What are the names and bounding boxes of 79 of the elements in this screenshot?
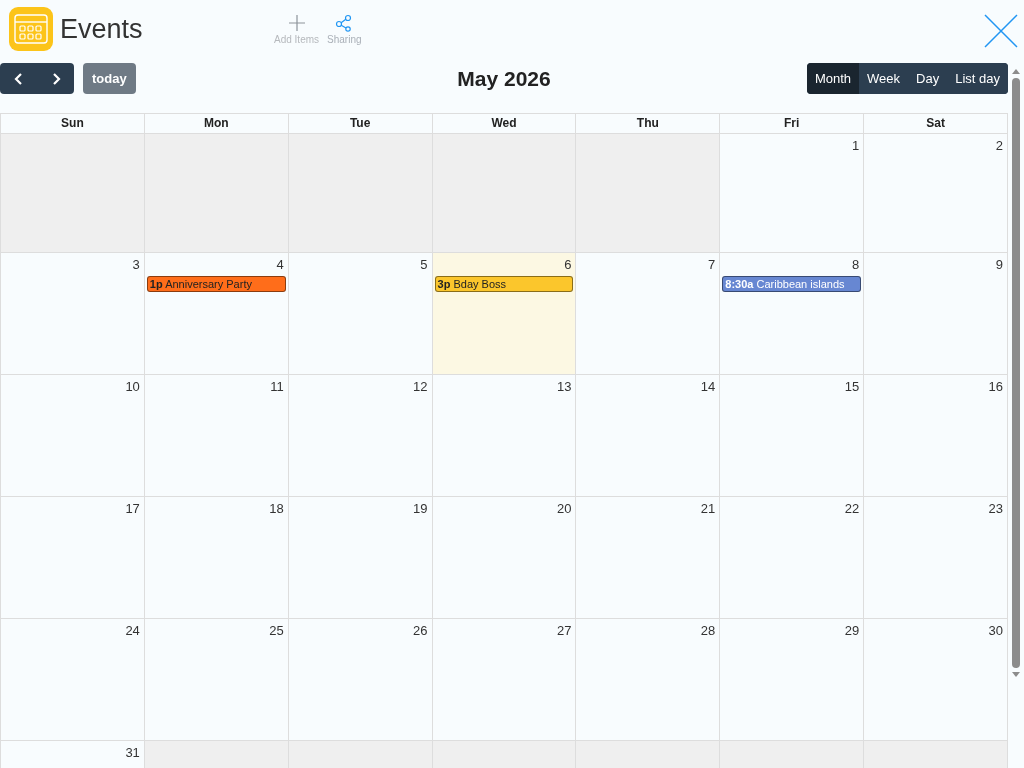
day-number: 12 bbox=[412, 378, 429, 396]
other-month-cell[interactable] bbox=[432, 134, 577, 253]
calendar-event[interactable]: 3p Bday Boss bbox=[434, 276, 574, 292]
plus-icon bbox=[287, 13, 306, 32]
app-title: Events bbox=[60, 13, 144, 45]
day-cell[interactable]: 14 bbox=[576, 375, 721, 497]
day-number: 20 bbox=[555, 500, 573, 518]
chevron-right-icon bbox=[50, 72, 61, 85]
day-number: 16 bbox=[987, 378, 1004, 396]
day-number: 13 bbox=[555, 378, 573, 396]
other-month-cell[interactable] bbox=[1, 134, 145, 253]
day-number: 1 bbox=[850, 137, 861, 155]
day-cell[interactable]: 30 bbox=[864, 619, 1008, 741]
day-cell[interactable]: 13 bbox=[432, 375, 577, 497]
day-cell[interactable]: 7 bbox=[576, 253, 721, 375]
day-cell[interactable]: 17 bbox=[1, 497, 145, 619]
calendar-logo-icon bbox=[9, 7, 53, 51]
chevron-left-icon bbox=[13, 72, 24, 85]
day-cell[interactable]: 3 bbox=[1, 253, 145, 375]
day-cell[interactable]: 19 bbox=[288, 497, 433, 619]
day-number: 26 bbox=[412, 622, 429, 640]
today-button[interactable]: today bbox=[83, 63, 136, 94]
calendar-event[interactable]: 1p Anniversary Party bbox=[146, 276, 286, 292]
day-cell[interactable]: 2 bbox=[864, 134, 1008, 253]
day-number: 17 bbox=[124, 500, 141, 518]
day-cell[interactable]: 8 8:30a Caribbean islands bbox=[720, 253, 865, 375]
month-title: May 2026 bbox=[457, 66, 551, 90]
day-number: 31 bbox=[124, 744, 141, 762]
calendar-event[interactable]: 8:30a Caribbean islands bbox=[722, 276, 862, 292]
day-cell[interactable]: 11 bbox=[144, 375, 289, 497]
day-number: 21 bbox=[699, 500, 717, 518]
day-number: 29 bbox=[843, 622, 861, 640]
day-cell[interactable]: 10 bbox=[1, 375, 145, 497]
day-cell[interactable]: 20 bbox=[432, 497, 577, 619]
day-number: 27 bbox=[555, 622, 573, 640]
day-cell[interactable]: 29 bbox=[720, 619, 865, 741]
day-cell[interactable]: 22 bbox=[720, 497, 865, 619]
day-cell[interactable]: 16 bbox=[864, 375, 1008, 497]
day-cell[interactable]: 21 bbox=[576, 497, 721, 619]
today-cell[interactable]: 6 3p Bday Boss bbox=[432, 253, 577, 375]
day-cell[interactable]: 5 bbox=[288, 253, 433, 375]
other-month-cell[interactable] bbox=[576, 134, 721, 253]
day-number: 11 bbox=[269, 378, 285, 396]
day-cell[interactable]: 12 bbox=[288, 375, 433, 497]
day-number: 18 bbox=[268, 500, 285, 518]
day-number: 28 bbox=[699, 622, 717, 640]
day-number: 23 bbox=[987, 500, 1004, 518]
day-number: 15 bbox=[843, 378, 861, 396]
day-number: 6 bbox=[563, 256, 573, 274]
day-number: 8 bbox=[850, 256, 861, 274]
day-cell[interactable]: 26 bbox=[288, 619, 433, 741]
day-number: 10 bbox=[124, 378, 141, 396]
day-number: 25 bbox=[268, 622, 285, 640]
day-number: 19 bbox=[412, 500, 429, 518]
other-month-cell[interactable] bbox=[144, 134, 289, 253]
view-tab[interactable]: Month bbox=[806, 63, 860, 94]
day-cell[interactable]: 27 bbox=[432, 619, 577, 741]
day-cell[interactable]: 15 bbox=[720, 375, 865, 497]
day-number: 24 bbox=[124, 622, 141, 640]
day-number: 30 bbox=[987, 622, 1004, 640]
day-number: 4 bbox=[275, 256, 285, 274]
day-cell[interactable]: 9 bbox=[864, 253, 1008, 375]
other-month-cell[interactable] bbox=[288, 134, 433, 253]
day-number: 3 bbox=[131, 256, 141, 274]
day-cell[interactable]: 4 1p Anniversary Party bbox=[144, 253, 289, 375]
day-number: 22 bbox=[843, 500, 861, 518]
day-cell[interactable]: 24 bbox=[1, 619, 145, 741]
day-cell[interactable]: 18 bbox=[144, 497, 289, 619]
day-cell[interactable]: 25 bbox=[144, 619, 289, 741]
day-number: 9 bbox=[994, 256, 1004, 274]
day-cell[interactable]: 28 bbox=[576, 619, 721, 741]
day-cell[interactable]: 23 bbox=[864, 497, 1008, 619]
day-number: 5 bbox=[419, 256, 429, 274]
day-number: 2 bbox=[994, 137, 1004, 155]
close-icon[interactable] bbox=[984, 14, 1018, 48]
day-number: 7 bbox=[707, 256, 717, 274]
day-number: 14 bbox=[699, 378, 717, 396]
share-icon bbox=[335, 13, 354, 32]
day-cell[interactable]: 1 bbox=[720, 134, 865, 253]
